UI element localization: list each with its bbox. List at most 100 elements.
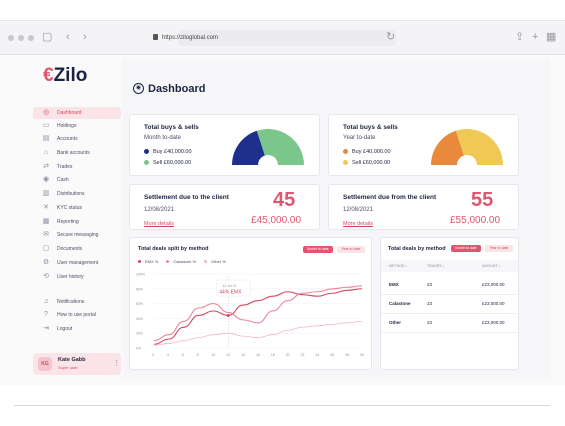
bell-icon: ♫ xyxy=(43,298,49,305)
sidebar-item-label: Accounts xyxy=(57,136,78,142)
holdings-icon: ▭ xyxy=(42,122,50,129)
tab-overview-icon[interactable]: ▦ xyxy=(546,30,556,44)
sidebar-item-user-management[interactable]: ⚙ User management xyxy=(33,257,121,269)
deals-chart-card: Total deals split by method Month to dat… xyxy=(129,237,372,370)
trades-cell: 23 xyxy=(427,282,433,287)
zoom-window-button[interactable] xyxy=(28,35,34,41)
tab-year-to-date[interactable]: Year to date xyxy=(485,245,513,252)
cash-icon: ◉ xyxy=(42,176,50,183)
legend-item: Other % xyxy=(204,259,226,264)
trades-cell: 23 xyxy=(427,301,433,306)
sidebar-toggle-icon[interactable]: ▢ xyxy=(42,30,52,44)
sell-dot-icon xyxy=(343,160,348,166)
distributions-icon: ▥ xyxy=(42,190,50,197)
logo-mark-icon: € xyxy=(43,65,54,86)
sidebar-item-cash[interactable]: ◉ Cash xyxy=(33,174,121,186)
sidebar-item-label: Logout xyxy=(57,326,73,332)
sidebar-item-reporting[interactable]: ▦ Reporting xyxy=(33,216,121,228)
x-tick-label: 12 xyxy=(226,353,230,357)
legend-dot-icon xyxy=(204,260,208,264)
tab-month-to-date[interactable]: Month to date xyxy=(303,246,333,253)
y-tick-label: 0% xyxy=(136,347,141,351)
buys-sells-month-card: Total buys & sells Month to-date Buy £40… xyxy=(129,114,320,176)
user-management-icon: ⚙ xyxy=(42,259,50,266)
legend-dot-icon xyxy=(166,260,170,264)
x-tick-label: 24 xyxy=(315,353,319,357)
sidebar-item-label: User history xyxy=(57,274,84,280)
column-header-amount[interactable]: AMOUNT ↕ xyxy=(482,264,500,268)
reporting-icon: ▦ xyxy=(42,218,50,225)
new-tab-icon[interactable]: + xyxy=(532,30,538,44)
amount-cell: £23,000.00 xyxy=(482,282,505,287)
reload-icon[interactable]: ↻ xyxy=(386,30,395,44)
sidebar-item-documents[interactable]: ▢ Documents xyxy=(33,243,121,255)
sidebar-item-bank-accounts[interactable]: ⌂ Bank accounts xyxy=(33,147,121,159)
gauge-sell-segment xyxy=(455,129,503,165)
table-header-row: METHOD ↕ TRADES ↕ AMOUNT ↕ xyxy=(381,260,518,272)
sidebar-item-holdings[interactable]: ▭ Holdings xyxy=(33,120,121,132)
sidebar-item-accounts[interactable]: ▤ Accounts xyxy=(33,133,121,145)
sell-legend: Sell £60,000.00 xyxy=(343,160,390,166)
trades-cell: 23 xyxy=(427,320,433,325)
settlement-from-card: Settlement due from the client 12/08/202… xyxy=(328,184,519,230)
chart-tooltip: 12 Jul 21 44% EMX xyxy=(216,279,251,297)
y-tick-label: 40% xyxy=(136,317,143,321)
sidebar-item-logout[interactable]: ⇥ Logout xyxy=(33,323,121,335)
y-tick-label: 20% xyxy=(136,332,143,336)
divider xyxy=(14,405,550,406)
more-details-link[interactable]: More details xyxy=(343,221,373,227)
tab-year-to-date[interactable]: Year to date xyxy=(337,246,365,253)
sidebar-item-dashboard[interactable]: ◎ Dashboard xyxy=(33,107,121,119)
settlement-date: 12/08/2021 xyxy=(144,207,175,213)
table-row[interactable]: Calastone 23 £23,000.00 xyxy=(381,297,518,315)
share-icon[interactable]: ⇪ xyxy=(515,30,524,44)
settlement-amount: £45,000.00 xyxy=(251,215,302,226)
browser-titlebar: ▢ ‹ › https://ziloglobal.com ↻ ⇪ + ▦ xyxy=(0,21,565,55)
deals-line-chart: 100%80%60%40%20%0%2 4 6 8 10 12 14 16 18 20 22 24 26… xyxy=(136,273,364,358)
more-vertical-icon[interactable]: ⋮ xyxy=(113,359,120,367)
buy-legend: Buy £40,000.00 xyxy=(343,149,391,155)
buy-dot-icon xyxy=(144,149,149,155)
more-details-link[interactable]: More details xyxy=(144,221,174,227)
table-row[interactable]: EMX 23 £23,000.00 xyxy=(381,278,518,296)
x-tick-label: 18 xyxy=(271,353,275,357)
sidebar-item-user-history[interactable]: ⟲ User history xyxy=(33,271,121,283)
legend-item: EMX % xyxy=(138,259,158,264)
y-tick-label: 60% xyxy=(136,302,143,306)
hover-point xyxy=(226,313,230,317)
avatar: KG xyxy=(38,357,52,371)
close-window-button[interactable] xyxy=(8,35,14,41)
y-tick-label: 80% xyxy=(136,287,143,291)
card-title: Settlement due to the client xyxy=(144,194,229,201)
sidebar-item-label: Distributions xyxy=(57,191,85,197)
sidebar-item-label: Bank accounts xyxy=(57,150,90,156)
table-row[interactable]: Other 23 £23,000.00 xyxy=(381,316,518,334)
sidebar-item-distributions[interactable]: ▥ Distributions xyxy=(33,188,121,200)
sidebar-item-secure-messaging[interactable]: ✉ Secure messaging xyxy=(33,229,121,241)
chart-title: Total deals split by method xyxy=(138,246,209,252)
card-subtitle: Month to-date xyxy=(144,135,182,141)
settlement-count: 55 xyxy=(471,189,494,211)
sidebar-item-trades[interactable]: ⇄ Trades xyxy=(33,161,121,173)
forward-icon[interactable]: › xyxy=(83,30,87,44)
column-header-trades[interactable]: TRADES ↕ xyxy=(427,264,444,268)
sell-legend: Sell £60,000.00 xyxy=(144,160,191,166)
x-tick-label: 28 xyxy=(345,353,349,357)
url-text[interactable]: https://ziloglobal.com xyxy=(162,32,218,44)
user-card[interactable]: KG Kate Gabb Super user ⋮ xyxy=(33,353,121,375)
sidebar-item-label: KYC status xyxy=(57,205,83,211)
lock-icon xyxy=(153,34,158,40)
buys-sells-gauge xyxy=(232,129,304,165)
minimize-window-button[interactable] xyxy=(18,35,24,41)
sidebar-item-label: Notifications xyxy=(57,299,85,305)
zilo-logo[interactable]: €Zilo xyxy=(43,65,87,87)
back-icon[interactable]: ‹ xyxy=(66,30,70,44)
logout-icon: ⇥ xyxy=(43,325,49,332)
column-header-method[interactable]: METHOD ↕ xyxy=(389,264,407,268)
chart-legend: EMX % Calastone % Other % xyxy=(138,259,234,264)
tab-month-to-date[interactable]: Month to date xyxy=(451,245,481,252)
kyc-icon: ✕ xyxy=(43,204,49,211)
sidebar-item-kyc-status[interactable]: ✕ KYC status xyxy=(33,202,121,214)
sidebar-item-notifications[interactable]: ♫ Notifications xyxy=(33,296,121,308)
sidebar-item-how-to-use-portal[interactable]: ? How to use portal xyxy=(33,309,121,321)
